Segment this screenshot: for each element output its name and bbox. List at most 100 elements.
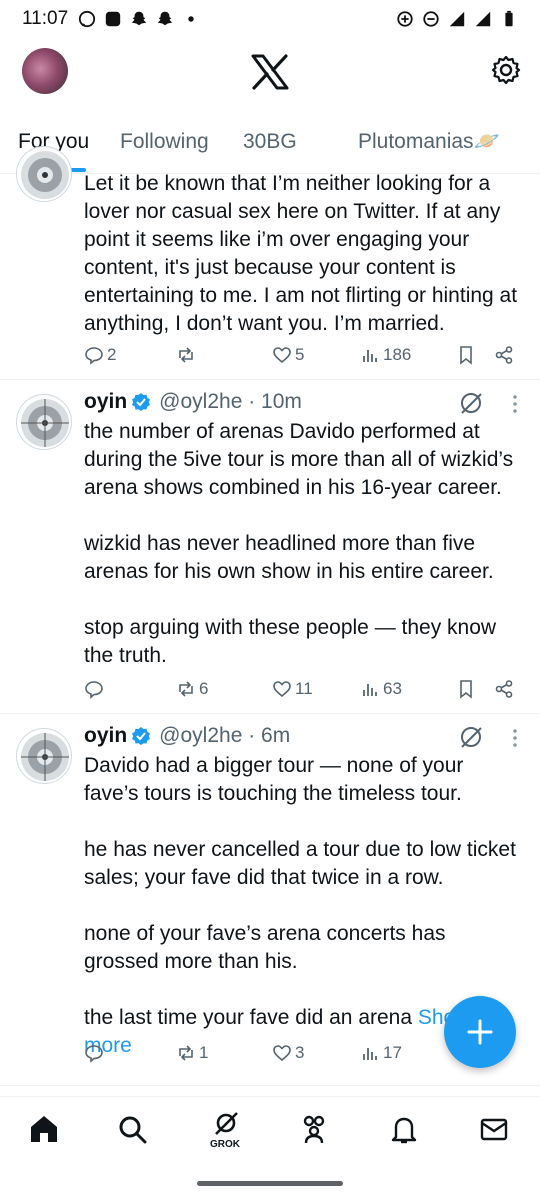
more-options-icon[interactable]: [512, 728, 518, 748]
search-icon[interactable]: [116, 1113, 148, 1145]
view-count: 63: [383, 679, 402, 698]
heart-icon: [273, 347, 291, 364]
messages-envelope-icon[interactable]: [478, 1113, 510, 1145]
repost-icon: [179, 1045, 193, 1061]
snapchat-icon: [131, 11, 147, 26]
grok-icon[interactable]: [212, 1109, 240, 1137]
plus-icon: [467, 1019, 493, 1045]
system-icons: [396, 10, 518, 28]
author-avatar[interactable]: [16, 146, 72, 202]
share-icon: [495, 346, 513, 364]
tweet-paragraph: he has never cancelled a tour due to low…: [84, 838, 516, 889]
author-name[interactable]: oyin: [84, 724, 127, 748]
verified-badge-icon: [132, 393, 151, 411]
profile-avatar[interactable]: [22, 48, 68, 94]
grok-explain-icon[interactable]: [458, 390, 484, 416]
gear-icon[interactable]: [490, 54, 522, 86]
views-button[interactable]: 63: [360, 676, 402, 702]
bookmark-button[interactable]: [456, 676, 476, 702]
tweet-paragraph: Davido had a bigger tour — none of your …: [84, 754, 464, 805]
verified-badge-icon: [132, 727, 151, 745]
bookmark-button[interactable]: [456, 342, 476, 368]
author-avatar[interactable]: [16, 394, 72, 450]
x-logo-icon: [251, 54, 289, 90]
reply-icon: [85, 347, 103, 365]
status-bar: 11:07: [0, 0, 540, 38]
timeline-tabs: For you Following 30BG Plutomanias🪐: [0, 118, 540, 174]
tweet[interactable]: oyin @oyl2he · 10m the number of arenas …: [0, 380, 540, 714]
like-count: 5: [295, 345, 305, 364]
grok-explain-icon[interactable]: [458, 724, 484, 750]
app-square-icon: [105, 11, 121, 27]
author-name[interactable]: oyin: [84, 390, 127, 414]
tweet-header: oyin @oyl2he · 6m: [84, 724, 290, 748]
whatsapp-icon: [79, 10, 96, 28]
like-button[interactable]: 5: [272, 342, 304, 368]
share-icon: [495, 680, 513, 698]
views-button[interactable]: 186: [360, 342, 411, 368]
tweet-actions: 2 5 186: [84, 342, 524, 368]
repost-icon: [179, 681, 193, 697]
repost-button[interactable]: 6: [176, 676, 208, 702]
bottom-navigation: GROK: [0, 1096, 540, 1166]
views-icon: [363, 1048, 377, 1060]
tweet-text: the number of arenas Davido performed at…: [84, 418, 522, 670]
heart-icon: [273, 1045, 291, 1062]
view-count: 17: [383, 1043, 402, 1062]
heart-icon: [273, 681, 291, 698]
compose-post-button[interactable]: [444, 996, 516, 1068]
communities-icon[interactable]: [298, 1113, 330, 1145]
signal-icon: [449, 11, 465, 27]
like-button[interactable]: 11: [272, 676, 313, 702]
like-count: 11: [295, 679, 313, 698]
views-icon: [363, 350, 377, 362]
tweet[interactable]: Let it be known that I’m neither looking…: [0, 146, 540, 380]
like-count: 3: [295, 1043, 305, 1062]
author-avatar[interactable]: [16, 728, 72, 784]
tab-30bg[interactable]: 30BG: [243, 130, 297, 154]
share-button[interactable]: [494, 342, 514, 368]
snapchat-icon: [157, 11, 173, 26]
tab-plutomanias[interactable]: Plutomanias🪐: [358, 130, 500, 154]
tweet-header: oyin @oyl2he · 10m: [84, 390, 302, 414]
share-button[interactable]: [494, 676, 514, 702]
reply-count: 2: [107, 345, 117, 364]
home-icon[interactable]: [28, 1113, 60, 1145]
tweet-paragraph: the number of arenas Davido performed at…: [84, 420, 514, 499]
like-button[interactable]: 3: [272, 1040, 304, 1066]
data-saver-icon: [397, 11, 413, 27]
tweet-text: Let it be known that I’m neither looking…: [84, 172, 518, 335]
repost-icon: [179, 347, 193, 363]
more-options-icon[interactable]: [512, 394, 518, 414]
view-count: 186: [383, 345, 412, 364]
top-bar: [0, 38, 540, 104]
author-handle-time: @oyl2he · 10m: [159, 390, 302, 413]
author-handle-time: @oyl2he · 6m: [159, 724, 291, 747]
repost-button[interactable]: 1: [176, 1040, 208, 1066]
signal-4g-icon: [475, 11, 491, 27]
repost-count: 6: [199, 679, 209, 698]
tweet-actions: 6 11 63: [84, 676, 524, 702]
tweet-paragraph: stop arguing with these people — they kn…: [84, 616, 497, 667]
status-time: 11:07: [22, 8, 69, 29]
notifications-bell-icon[interactable]: [388, 1113, 420, 1145]
reply-button[interactable]: 2: [84, 342, 116, 368]
tab-following[interactable]: Following: [120, 130, 209, 154]
tweet-paragraph: wizkid has never headlined more than fiv…: [84, 532, 494, 583]
views-icon: [363, 684, 377, 696]
do-not-disturb-icon: [423, 11, 439, 27]
bookmark-icon: [460, 680, 472, 699]
views-button[interactable]: 17: [360, 1040, 402, 1066]
repost-button[interactable]: [176, 342, 199, 368]
reply-button[interactable]: [84, 1040, 107, 1066]
tweet-paragraph: none of your fave’s arena concerts has g…: [84, 922, 446, 973]
grok-label: GROK: [210, 1139, 240, 1150]
bookmark-icon: [460, 346, 472, 365]
reply-button[interactable]: [84, 676, 107, 702]
reply-icon: [85, 1045, 103, 1063]
reply-icon: [85, 681, 103, 699]
repost-count: 1: [199, 1043, 209, 1062]
gesture-home-indicator[interactable]: [197, 1181, 343, 1186]
tweet-last-line: the last time your fave did an arena: [84, 1006, 413, 1029]
notification-icons: [78, 10, 200, 28]
